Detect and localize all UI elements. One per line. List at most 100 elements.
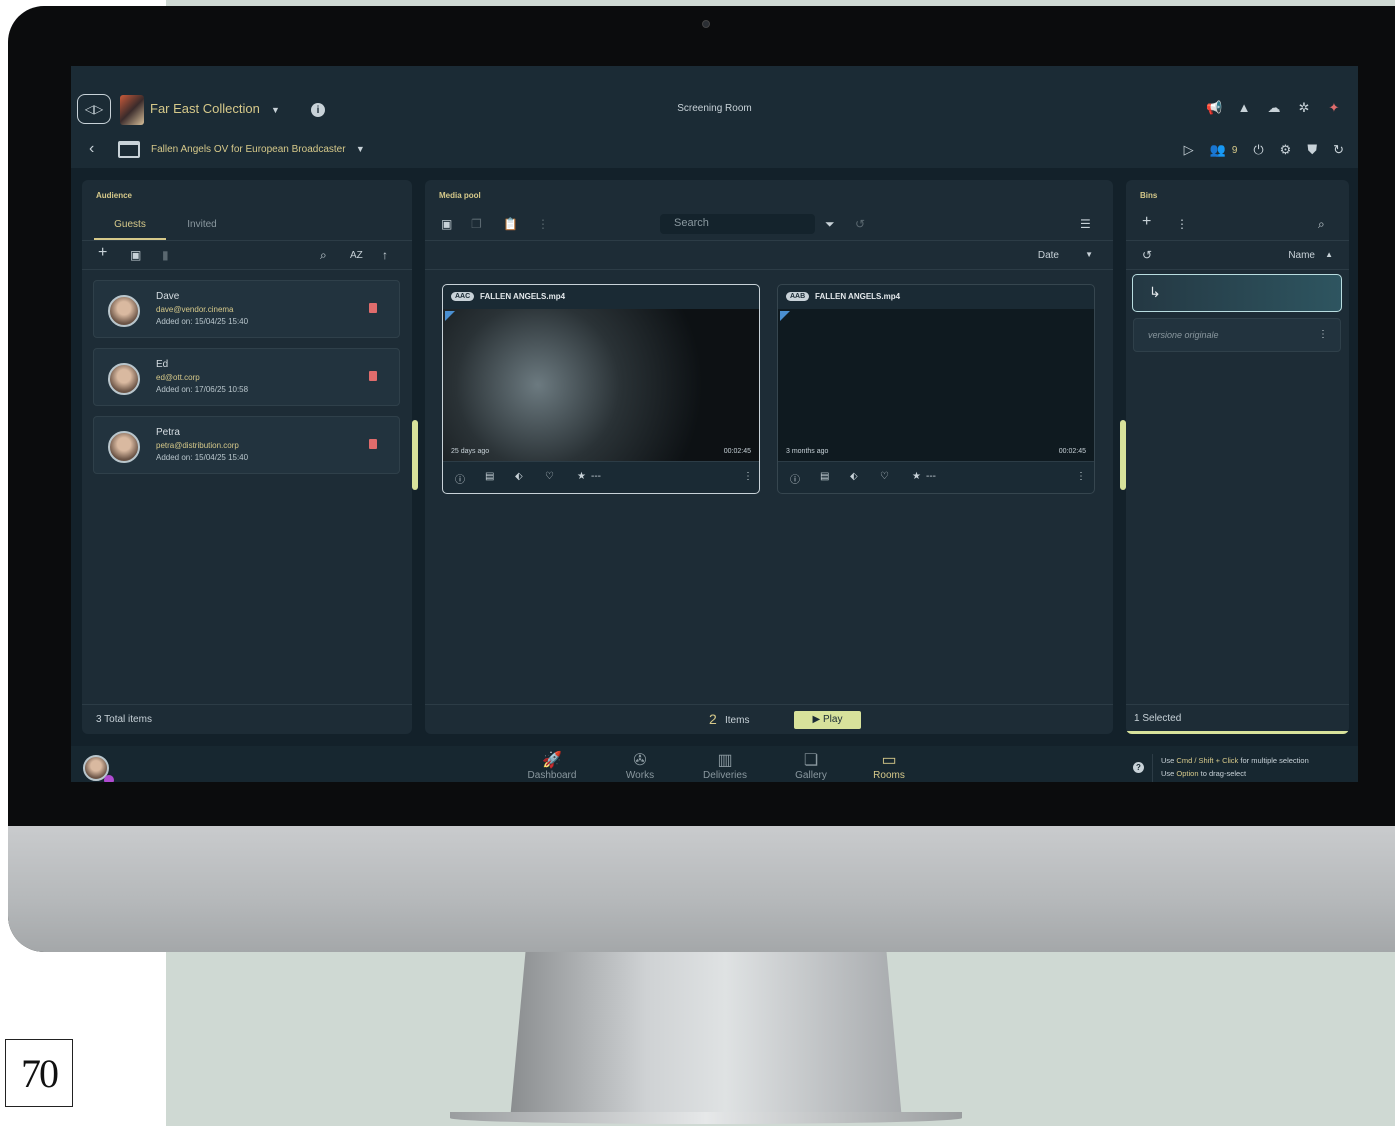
reset-icon[interactable]: ↺: [1142, 248, 1152, 262]
project-selector[interactable]: Fallen Angels OV for European Broadcaste…: [151, 144, 365, 155]
trash-icon[interactable]: [369, 303, 377, 313]
star-icon[interactable]: ★: [912, 471, 921, 482]
heart-icon[interactable]: ♡: [545, 471, 554, 482]
rating-value: ---: [591, 471, 601, 482]
back-chevron-icon[interactable]: ‹: [89, 140, 94, 158]
help-line-2: Use Option to drag-select: [1161, 767, 1309, 780]
subdirectory-arrow-icon: ↳: [1149, 284, 1161, 300]
splitter-handle[interactable]: [412, 420, 418, 490]
nav-label: Dashboard: [527, 770, 577, 781]
document-icon[interactable]: ▤: [485, 471, 494, 482]
bell-icon[interactable]: ▲: [1236, 100, 1252, 116]
package-icon: ▥: [717, 752, 733, 769]
media-card[interactable]: AAB FALLEN ANGELS.mp4 3 months ago 00:02…: [777, 284, 1095, 494]
tv-icon: ▭: [881, 752, 897, 769]
more-vertical-icon[interactable]: ⋮: [537, 217, 549, 231]
bins-toolbar: + ⋮ ⌕: [1126, 210, 1349, 240]
add-icon[interactable]: +: [1142, 213, 1151, 231]
help-icon[interactable]: ?: [1133, 762, 1144, 773]
guest-added: Added on: 17/06/25 10:58: [156, 385, 249, 394]
select-all-icon[interactable]: ▣: [130, 248, 141, 262]
more-vertical-icon[interactable]: ⋮: [1176, 217, 1188, 231]
guest-name: Petra: [156, 427, 180, 438]
guest-email: petra@distribution.corp: [156, 441, 239, 450]
add-icon[interactable]: +: [98, 244, 107, 262]
audience-tabs: Guests Invited: [94, 214, 238, 240]
select-all-icon[interactable]: ▣: [441, 217, 452, 231]
info-icon[interactable]: ⓘ: [455, 471, 465, 486]
more-vertical-icon[interactable]: ⋮: [743, 471, 753, 482]
bins-footer: 1 Selected: [1126, 704, 1349, 734]
audience-panel: Audience Guests Invited + ▣ ▮ ⌕ AZ ↑ Dav…: [82, 180, 412, 734]
media-pool-panel: Media pool ▣ ❐ 📋 ⋮ Search ⏷ ↺ ☰ Date ▼ A…: [425, 180, 1113, 734]
search-icon[interactable]: ⌕: [1318, 217, 1325, 232]
tag-icon[interactable]: ⬖: [515, 471, 523, 482]
play-button[interactable]: ▶ Play: [794, 711, 861, 729]
search-icon[interactable]: ⌕: [320, 248, 327, 263]
caret-up-icon[interactable]: ▲: [1325, 250, 1333, 259]
caret-down-icon[interactable]: ▼: [1085, 250, 1093, 259]
gear-icon[interactable]: ⚙: [1280, 142, 1292, 158]
nav-rooms[interactable]: ▭ Rooms: [849, 750, 929, 781]
media-title: FALLEN ANGELS.mp4: [480, 292, 566, 301]
media-card[interactable]: AAC FALLEN ANGELS.mp4 25 days ago 00:02:…: [442, 284, 760, 494]
refresh-icon[interactable]: ↻: [1333, 142, 1344, 158]
more-vertical-icon[interactable]: ⋮: [1318, 329, 1328, 340]
reset-icon[interactable]: ↺: [855, 217, 865, 231]
list-view-icon[interactable]: ☰: [1080, 217, 1091, 231]
trash-icon[interactable]: [369, 371, 377, 381]
menu-strip: [71, 66, 1358, 88]
monitor-chin: [8, 826, 1395, 952]
video-thumbnail[interactable]: 25 days ago 00:02:45: [443, 309, 759, 461]
camera-icon: [702, 20, 710, 28]
power-icon[interactable]: ⏻: [1253, 142, 1263, 158]
nav-deliveries[interactable]: ▥ Deliveries: [685, 750, 765, 781]
app-screen: ◁▷ Far East Collection ▼ i Screening Roo…: [71, 66, 1358, 782]
document-icon[interactable]: ▤: [820, 471, 829, 482]
people-icon[interactable]: 👥: [1210, 142, 1226, 158]
nav-gallery[interactable]: ❏ Gallery: [771, 750, 851, 781]
nav-dashboard[interactable]: 🚀 Dashboard: [512, 750, 592, 781]
trash-icon[interactable]: [369, 439, 377, 449]
nav-works[interactable]: ✇ Works: [600, 750, 680, 781]
guest-name: Dave: [156, 291, 180, 302]
copy-icon[interactable]: ❐: [471, 217, 482, 231]
media-duration: 00:02:45: [1058, 448, 1086, 455]
play-icon[interactable]: ▷: [1184, 142, 1194, 158]
tab-guests[interactable]: Guests: [94, 214, 166, 240]
megaphone-icon[interactable]: 📢: [1206, 100, 1222, 116]
network-icon[interactable]: ✲: [1296, 100, 1312, 116]
tag-icon[interactable]: ⬖: [850, 471, 858, 482]
tab-invited[interactable]: Invited: [166, 214, 238, 240]
trash-icon[interactable]: ▮: [162, 248, 169, 262]
more-vertical-icon[interactable]: ⋮: [1076, 471, 1086, 482]
cloud-upload-icon[interactable]: ☁: [1266, 100, 1282, 116]
activity-icon[interactable]: ✦: [1326, 100, 1342, 116]
panel-title: Media pool: [439, 191, 481, 200]
sort-label[interactable]: Date: [1038, 250, 1059, 261]
bin-item[interactable]: versione originale ⋮: [1133, 318, 1341, 352]
guest-card[interactable]: Dave dave@vendor.cinema Added on: 15/04/…: [93, 280, 400, 338]
bin-label: versione originale: [1148, 330, 1219, 340]
sort-label[interactable]: Name: [1288, 250, 1315, 261]
guest-card[interactable]: Petra petra@distribution.corp Added on: …: [93, 416, 400, 474]
bottom-nav: 🚀 Dashboard ✇ Works ▥ Deliveries ❏ Galle…: [71, 746, 1358, 782]
monitor-stand: [510, 950, 902, 1120]
nav-label: Deliveries: [703, 770, 747, 781]
heart-icon[interactable]: ♡: [880, 471, 889, 482]
video-thumbnail[interactable]: 3 months ago 00:02:45: [778, 309, 1094, 461]
filter-icon[interactable]: ⏷: [825, 217, 835, 232]
clipboard-icon[interactable]: 📋: [503, 217, 518, 231]
search-input[interactable]: Search: [660, 214, 815, 234]
shield-icon[interactable]: ⛊: [1307, 142, 1317, 158]
bin-item-active[interactable]: ↳: [1132, 274, 1342, 312]
guest-card[interactable]: Ed ed@ott.corp Added on: 17/06/25 10:58: [93, 348, 400, 406]
sort-az-icon[interactable]: AZ: [350, 250, 363, 261]
panel-title: Bins: [1140, 191, 1158, 200]
nav-label: Rooms: [873, 770, 905, 781]
star-icon[interactable]: ★: [577, 471, 586, 482]
info-icon[interactable]: ⓘ: [790, 471, 800, 486]
arrow-up-icon[interactable]: ↑: [382, 248, 388, 262]
help-keys: Cmd / Shift + Click: [1176, 756, 1239, 765]
avatar: [108, 295, 140, 327]
